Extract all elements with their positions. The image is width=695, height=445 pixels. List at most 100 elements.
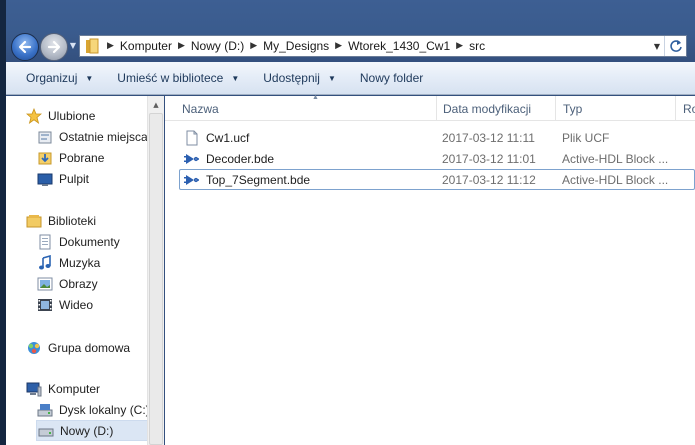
forward-button[interactable] — [40, 33, 68, 61]
address-history-dropdown[interactable]: ▼ — [650, 36, 664, 56]
ucf-file-icon — [184, 130, 200, 146]
include-in-library-menu[interactable]: Umieść w bibliotece ▼ — [111, 62, 245, 95]
include-in-library-label: Umieść w bibliotece — [117, 71, 224, 85]
nav-documents[interactable]: Dokumenty — [37, 231, 120, 252]
column-name[interactable]: Nazwa ▲ — [175, 94, 437, 121]
breadcrumb-drive-d[interactable]: Nowy (D:) ▶ — [191, 36, 263, 56]
file-name: Cw1.ucf — [206, 130, 250, 145]
back-arrow-icon — [18, 40, 32, 54]
nav-computer[interactable]: Komputer — [26, 378, 100, 399]
nav-item-label: Wideo — [59, 297, 94, 312]
column-name-label: Nazwa — [182, 101, 219, 116]
homegroup-icon — [26, 340, 42, 356]
command-bar: Organizuj ▼ Umieść w bibliotece ▼ Udostę… — [6, 62, 695, 95]
column-size-label: Ro — [683, 101, 695, 116]
scroll-up-arrow-icon[interactable]: ▲ — [148, 96, 164, 113]
navigation-bar: ▼ ▶ Komputer ▶ Nowy (D:) ▶ My_Designs ▶ … — [6, 30, 695, 62]
breadcrumb-src[interactable]: src — [469, 36, 485, 56]
breadcrumb-label: Komputer — [119, 39, 172, 53]
column-type[interactable]: Typ — [556, 96, 676, 121]
nav-item-label: Nowy (D:) — [60, 423, 114, 438]
forward-arrow-icon — [47, 40, 61, 54]
nav-favorites-label: Ulubione — [48, 108, 96, 123]
nav-desktop[interactable]: Pulpit — [37, 168, 89, 189]
chevron-right-icon: ▶ — [335, 41, 343, 51]
column-headers: Nazwa ▲ Data modyfikacji Typ Ro — [165, 94, 695, 121]
chevron-right-icon: ▶ — [250, 41, 258, 51]
nav-item-label: Muzyka — [59, 255, 101, 270]
nav-pictures[interactable]: Obrazy — [37, 273, 98, 294]
recent-pages-dropdown[interactable]: ▼ — [68, 40, 78, 52]
file-name-cell: Top_7Segment.bde — [184, 170, 310, 189]
local-disk-icon — [37, 402, 53, 418]
file-date: 2017-03-12 11:12 — [442, 172, 536, 187]
sort-ascending-icon: ▲ — [312, 94, 319, 101]
breadcrumb-my-designs[interactable]: My_Designs ▶ — [263, 36, 348, 56]
library-icon — [26, 213, 42, 229]
nav-homegroup[interactable]: Grupa domowa — [26, 337, 130, 358]
refresh-button[interactable] — [664, 36, 686, 56]
file-row[interactable]: Top_7Segment.bde 2017-03-12 11:12 Active… — [179, 169, 695, 190]
column-size[interactable]: Ro — [676, 96, 695, 121]
column-type-label: Typ — [563, 101, 583, 116]
nav-favorites[interactable]: Ulubione — [26, 105, 95, 126]
refresh-icon — [669, 40, 682, 52]
breadcrumb-label: Nowy (D:) — [190, 39, 245, 53]
nav-item-label: Pobrane — [59, 150, 105, 165]
column-date[interactable]: Data modyfikacji — [436, 96, 556, 121]
breadcrumb-label: My_Designs — [263, 39, 330, 53]
file-date: 2017-03-12 11:01 — [442, 151, 536, 166]
nav-local-disk-c[interactable]: Dysk lokalny (C:) — [37, 399, 147, 420]
nav-item-label: Dysk lokalny (C:) — [59, 402, 147, 417]
nav-homegroup-label: Grupa domowa — [48, 340, 131, 355]
breadcrumb-label: src — [469, 39, 486, 53]
bde-block-icon — [184, 172, 200, 188]
address-actions: ▼ — [648, 36, 686, 56]
scrollbar-thumb[interactable] — [149, 113, 163, 445]
nav-computer-label: Komputer — [48, 381, 101, 396]
breadcrumb-root[interactable]: ▶ — [101, 36, 120, 56]
file-row[interactable]: Cw1.ucf 2017-03-12 11:11 Plik UCF — [179, 127, 695, 148]
nav-video[interactable]: Wideo — [37, 294, 93, 315]
share-menu[interactable]: Udostępnij ▼ — [257, 62, 342, 95]
nav-music[interactable]: Muzyka — [37, 252, 100, 273]
new-folder-button[interactable]: Nowy folder — [354, 62, 429, 95]
desktop-icon — [37, 171, 53, 187]
nav-item-label: Pulpit — [59, 171, 90, 186]
nav-downloads[interactable]: Pobrane — [37, 147, 104, 168]
file-name: Top_7Segment.bde — [206, 172, 311, 187]
file-list: Nazwa ▲ Data modyfikacji Typ Ro Cw1.ucf … — [165, 94, 695, 445]
chevron-down-icon: ▼ — [85, 73, 94, 83]
organize-label: Organizuj — [26, 71, 78, 85]
nav-recent-places[interactable]: Ostatnie miejsca — [37, 126, 147, 147]
organize-menu[interactable]: Organizuj ▼ — [20, 62, 99, 95]
chevron-down-icon: ▼ — [231, 73, 240, 83]
file-type: Active-HDL Block ... — [562, 172, 669, 187]
breadcrumb-wtorek[interactable]: Wtorek_1430_Cw1 ▶ — [348, 36, 469, 56]
chevron-right-icon: ▶ — [456, 41, 464, 51]
folder-icon — [83, 36, 101, 56]
file-name: Decoder.bde — [206, 151, 275, 166]
navigation-pane: Ulubione Ostatnie miejsca Pobrane Pulpit… — [6, 96, 147, 445]
file-type: Plik UCF — [562, 130, 610, 145]
breadcrumb-komputer[interactable]: Komputer ▶ — [120, 36, 191, 56]
documents-icon — [37, 234, 53, 250]
new-folder-label: Nowy folder — [359, 71, 424, 85]
column-date-label: Data modyfikacji — [443, 101, 532, 116]
file-name-cell: Cw1.ucf — [184, 128, 249, 147]
recent-places-icon — [37, 129, 53, 145]
back-button[interactable] — [11, 33, 39, 61]
star-icon — [26, 107, 42, 124]
bde-block-icon — [184, 151, 200, 167]
address-bar[interactable]: ▶ Komputer ▶ Nowy (D:) ▶ My_Designs ▶ Wt… — [79, 35, 687, 57]
nav-drive-d[interactable]: Nowy (D:) — [36, 420, 147, 441]
file-name-cell: Decoder.bde — [184, 149, 274, 168]
navigation-scrollbar[interactable]: ▲ — [147, 96, 164, 445]
computer-icon — [26, 381, 42, 397]
nav-libraries[interactable]: Biblioteki — [26, 210, 96, 231]
music-icon — [37, 254, 53, 271]
nav-item-label: Dokumenty — [59, 234, 120, 249]
chevron-right-icon: ▶ — [177, 41, 185, 51]
nav-libraries-label: Biblioteki — [48, 213, 97, 228]
file-row[interactable]: Decoder.bde 2017-03-12 11:01 Active-HDL … — [179, 148, 695, 169]
